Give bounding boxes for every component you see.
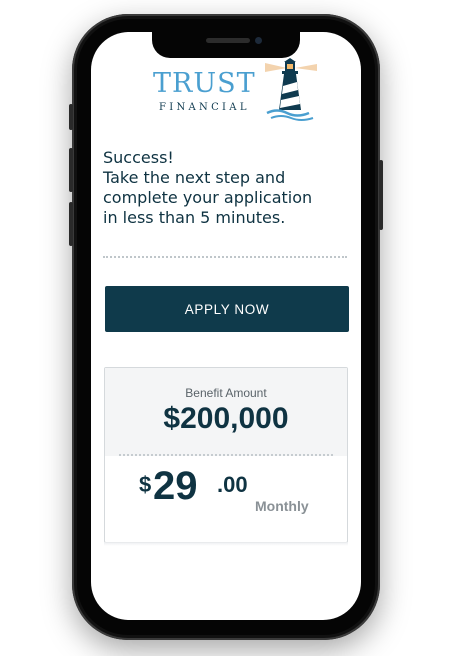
apply-now-button[interactable]: APPLY NOW — [105, 286, 349, 332]
side-button-left-3 — [69, 202, 73, 246]
headline-line-4: in less than 5 minutes. — [103, 208, 286, 227]
lighthouse-icon — [265, 58, 317, 121]
divider — [103, 256, 347, 258]
monthly-premium: $ 29 .00 Monthly — [139, 464, 339, 520]
side-button-left-2 — [69, 148, 73, 192]
side-button-left-1 — [69, 104, 73, 130]
benefit-amount-label: Benefit Amount — [185, 386, 267, 400]
headline-line-1: Success! — [103, 148, 174, 167]
speaker-grille — [206, 38, 250, 43]
benefit-card: Benefit Amount $200,000 $ 29 .00 Monthly — [104, 367, 348, 543]
side-button-right — [379, 160, 383, 230]
app-screen: TRUST FINANCIAL Success! Take the next s… — [91, 32, 361, 620]
phone-notch — [152, 32, 300, 58]
card-divider — [119, 454, 333, 456]
logo-financial-text: FINANCIAL — [159, 102, 250, 113]
benefit-card-header: Benefit Amount $200,000 — [105, 368, 347, 456]
logo-trust-text: TRUST — [153, 68, 256, 99]
premium-period: Monthly — [255, 498, 309, 514]
premium-currency: $ — [139, 472, 152, 497]
brand-logo: TRUST FINANCIAL — [153, 58, 317, 128]
benefit-amount-value: $200,000 — [163, 402, 289, 435]
headline-line-3: complete your application — [103, 188, 313, 207]
card-shadow — [104, 542, 348, 546]
premium-whole: 29 — [153, 464, 198, 508]
premium-cents: .00 — [217, 472, 248, 497]
success-message: Success! Take the next step and complete… — [103, 148, 353, 228]
front-camera — [255, 37, 262, 44]
headline-line-2: Take the next step and — [103, 168, 286, 187]
